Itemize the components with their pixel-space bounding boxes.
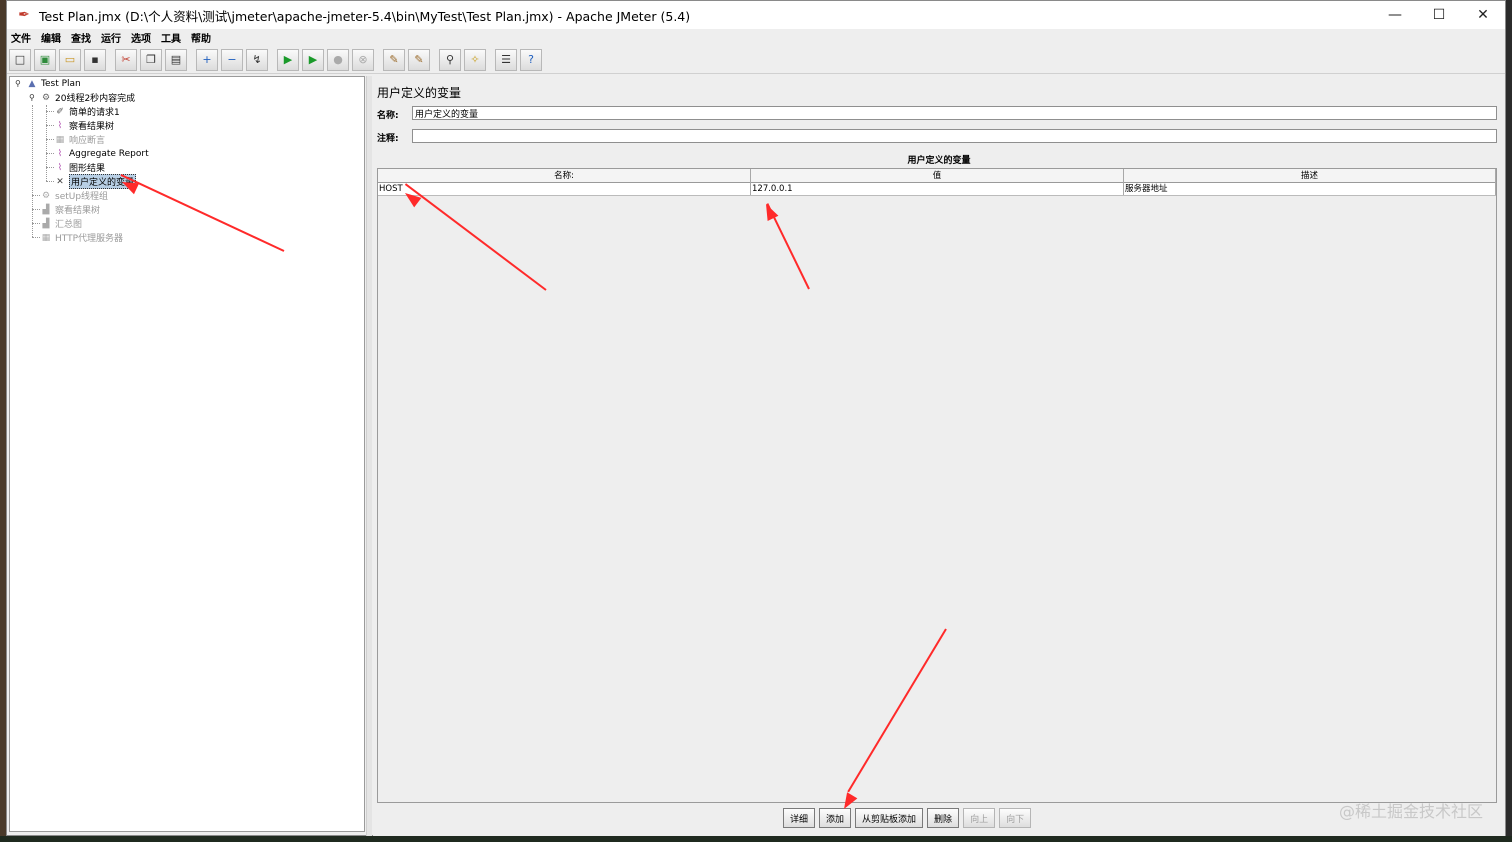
pipette-icon: ✐ bbox=[56, 106, 64, 117]
variables-table: 名称: 值 描述 HOST 127.0.0.1 服务器地址 bbox=[377, 168, 1497, 803]
assertion-icon: ▦ bbox=[55, 134, 65, 145]
tree-node-view-results-tree-2[interactable]: ▟ 察看结果树 bbox=[40, 203, 100, 217]
tree-node-graph-results[interactable]: ⌇ 图形结果 bbox=[54, 161, 105, 175]
delete-button[interactable]: 删除 bbox=[927, 808, 960, 828]
window-controls: — ☐ ✕ bbox=[1373, 1, 1505, 29]
start-icon[interactable]: ▶ bbox=[277, 48, 299, 71]
clear-all-icon[interactable]: ✎ bbox=[408, 48, 430, 71]
test-plan-tree: ⚲ ▲ Test Plan ⚲ ⚙ 20线程2秒内容完成 ✐ 简单的请求1 ⌇ … bbox=[9, 76, 365, 832]
close-button[interactable]: ✕ bbox=[1461, 1, 1505, 29]
column-header-name[interactable]: 名称: bbox=[378, 169, 751, 183]
column-header-description[interactable]: 描述 bbox=[1124, 169, 1496, 183]
panel-splitter[interactable] bbox=[366, 76, 372, 836]
tree-node-http-proxy[interactable]: ▦ HTTP代理服务器 bbox=[40, 231, 123, 245]
window-title: Test Plan.jmx (D:\个人资料\测试\jmeter\apache-… bbox=[39, 8, 691, 24]
menu-options[interactable]: 选项 bbox=[131, 30, 151, 45]
menu-file[interactable]: 文件 bbox=[11, 30, 31, 45]
expand-icon[interactable]: + bbox=[196, 48, 218, 71]
table-buttons: 详细 添加 从剪贴板添加 删除 向上 向下 bbox=[783, 808, 1035, 828]
chart-icon: ⌇ bbox=[57, 120, 63, 131]
name-label: 名称: bbox=[377, 111, 399, 121]
add-button[interactable]: 添加 bbox=[819, 808, 852, 828]
new-icon[interactable]: □ bbox=[9, 48, 31, 71]
table-row[interactable]: HOST 127.0.0.1 服务器地址 bbox=[378, 183, 1496, 196]
menu-tools[interactable]: 工具 bbox=[161, 30, 181, 45]
comment-label: 注释: bbox=[377, 134, 399, 144]
jmeter-window: ✒ Test Plan.jmx (D:\个人资料\测试\jmeter\apach… bbox=[6, 0, 1506, 836]
tree-node-view-results-tree[interactable]: ⌇ 察看结果树 bbox=[54, 119, 114, 133]
panel-title: 用户定义的变量 bbox=[377, 86, 462, 100]
help-icon[interactable]: ? bbox=[520, 48, 542, 71]
open-folder-icon[interactable]: ▭ bbox=[59, 48, 81, 71]
start-no-pause-icon[interactable]: ▶ bbox=[302, 48, 324, 71]
cell-variable-value[interactable]: 127.0.0.1 bbox=[751, 183, 1124, 195]
tree-node-setup-thread-group[interactable]: ⚙ setUp线程组 bbox=[40, 189, 108, 203]
gear-icon: ⚙ bbox=[41, 190, 51, 201]
tree-node-simple-request[interactable]: ✐ 简单的请求1 bbox=[54, 105, 120, 119]
tree-node-aggregate-report[interactable]: ⌇ Aggregate Report bbox=[54, 147, 149, 160]
tools-icon: ✕ bbox=[56, 176, 64, 187]
chart-icon: ▟ bbox=[42, 204, 50, 215]
user-defined-variables-panel: 用户定义的变量 名称: 注释: 用户定义的变量 名称: 值 描述 HOST 12… bbox=[373, 76, 1505, 836]
menu-help[interactable]: 帮助 bbox=[191, 30, 211, 45]
tree-node-response-assertion[interactable]: ▦ 响应断言 bbox=[54, 133, 105, 147]
tree-node-test-plan[interactable]: ▲ Test Plan bbox=[26, 77, 81, 90]
proxy-icon: ▦ bbox=[41, 232, 51, 243]
title-bar: ✒ Test Plan.jmx (D:\个人资料\测试\jmeter\apach… bbox=[7, 1, 1505, 29]
column-header-value[interactable]: 值 bbox=[751, 169, 1124, 183]
toolbar: □ ▣ ▭ ▪ ✂ ❐ ▤ + − ↯ ▶ ▶ ● ⊗ ✎ ✎ ⚲ ✧ ☰ ? bbox=[7, 46, 1505, 74]
jmeter-feather-icon: ✒ bbox=[18, 7, 30, 23]
test-plan-icon: ▲ bbox=[28, 78, 36, 89]
save-icon[interactable]: ▪ bbox=[84, 48, 106, 71]
toggle-icon[interactable]: ↯ bbox=[246, 48, 268, 71]
move-down-button[interactable]: 向下 bbox=[999, 808, 1032, 828]
stop-icon[interactable]: ● bbox=[327, 48, 349, 71]
detail-button[interactable]: 详细 bbox=[783, 808, 816, 828]
tree-expander-icon[interactable]: ⚲ bbox=[29, 93, 35, 102]
gear-icon: ⚙ bbox=[41, 92, 51, 103]
cell-variable-description[interactable]: 服务器地址 bbox=[1124, 183, 1496, 195]
chart-icon: ⌇ bbox=[57, 148, 63, 159]
search-binoculars-icon[interactable]: ⚲ bbox=[439, 48, 461, 71]
add-from-clipboard-button[interactable]: 从剪贴板添加 bbox=[855, 808, 924, 828]
clear-icon[interactable]: ✎ bbox=[383, 48, 405, 71]
move-up-button[interactable]: 向上 bbox=[963, 808, 996, 828]
tree-node-thread-group[interactable]: ⚙ 20线程2秒内容完成 bbox=[40, 91, 135, 105]
function-helper-icon[interactable]: ☰ bbox=[495, 48, 517, 71]
comment-field[interactable] bbox=[412, 129, 1497, 143]
tree-expander-icon[interactable]: ⚲ bbox=[15, 79, 21, 88]
templates-icon[interactable]: ▣ bbox=[34, 48, 56, 71]
table-title: 用户定义的变量 bbox=[907, 156, 971, 166]
copy-icon[interactable]: ❐ bbox=[140, 48, 162, 71]
chart-icon: ▟ bbox=[42, 218, 50, 229]
menu-search[interactable]: 查找 bbox=[71, 30, 91, 45]
cut-icon[interactable]: ✂ bbox=[115, 48, 137, 71]
juejin-watermark: @稀土掘金技术社区 bbox=[1338, 802, 1483, 821]
table-header: 名称: 值 描述 bbox=[378, 169, 1496, 183]
cell-variable-name[interactable]: HOST bbox=[378, 183, 751, 195]
chart-icon: ⌇ bbox=[57, 162, 63, 173]
menu-run[interactable]: 运行 bbox=[101, 30, 121, 45]
taskbar-edge bbox=[0, 836, 1512, 842]
name-field[interactable] bbox=[412, 106, 1497, 120]
minimize-button[interactable]: — bbox=[1373, 1, 1417, 29]
paste-icon[interactable]: ▤ bbox=[165, 48, 187, 71]
collapse-icon[interactable]: − bbox=[221, 48, 243, 71]
tree-node-summary-graph[interactable]: ▟ 汇总图 bbox=[40, 217, 82, 231]
menu-bar: 文件 编辑 查找 运行 选项 工具 帮助 bbox=[7, 29, 1505, 45]
reset-search-icon[interactable]: ✧ bbox=[464, 48, 486, 71]
maximize-button[interactable]: ☐ bbox=[1417, 1, 1461, 29]
menu-edit[interactable]: 编辑 bbox=[41, 30, 61, 45]
shutdown-icon[interactable]: ⊗ bbox=[352, 48, 374, 71]
